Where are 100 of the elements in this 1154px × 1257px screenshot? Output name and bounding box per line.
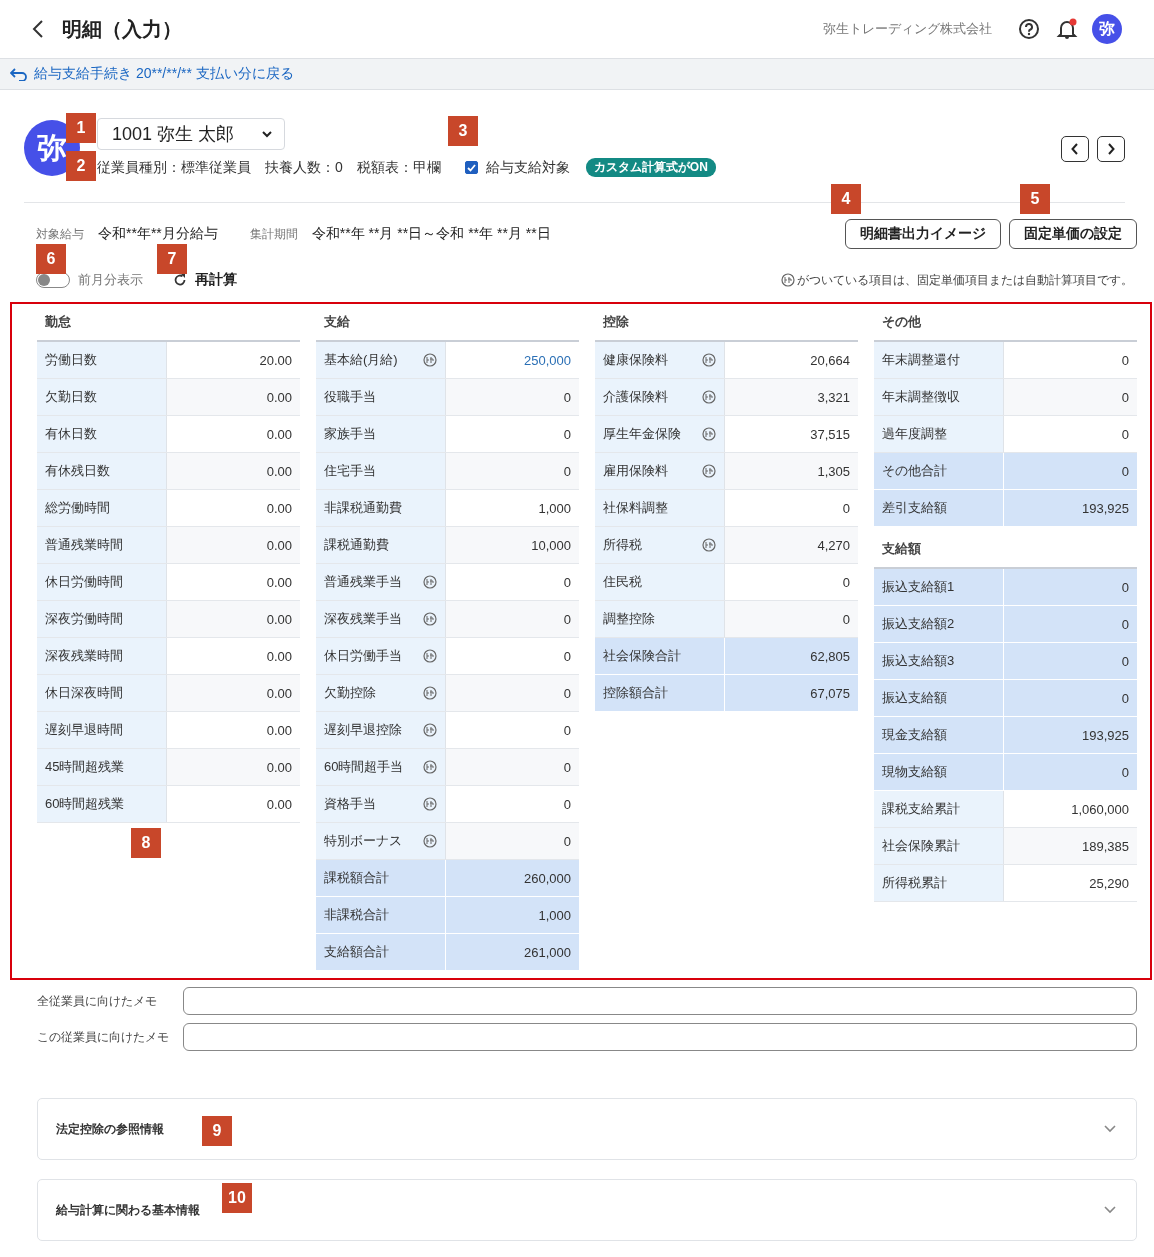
label-cell: 遅刻早退控除 bbox=[316, 712, 446, 748]
label-cell: 住民税 bbox=[595, 564, 725, 600]
value-cell[interactable]: 0.00 bbox=[167, 379, 300, 415]
label-cell: 休日深夜時間 bbox=[37, 675, 167, 711]
calc-icon bbox=[423, 353, 437, 367]
value-cell[interactable]: 0 bbox=[446, 453, 579, 489]
label-cell: 基本給(月給) bbox=[316, 342, 446, 378]
field-value: 令和**年 **月 **日～令和 **年 **月 **日 bbox=[311, 225, 551, 243]
label-cell: 特別ボーナス bbox=[316, 823, 446, 859]
label-cell: 欠勤日数 bbox=[37, 379, 167, 415]
refresh-icon bbox=[173, 273, 187, 287]
label-cell: 45時間超残業 bbox=[37, 749, 167, 785]
value-cell[interactable]: 0 bbox=[1004, 379, 1137, 415]
label-cell: 振込支給額2 bbox=[874, 606, 1004, 642]
callout-number: 8 bbox=[131, 828, 161, 858]
label-cell: 介護保険料 bbox=[595, 379, 725, 415]
value-cell[interactable]: 0 bbox=[1004, 453, 1137, 489]
value-cell[interactable]: 0 bbox=[1004, 606, 1137, 642]
legend-note: がついている項目は、固定単価項目または自動計算項目です。 bbox=[797, 271, 1133, 289]
label-cell: 普通残業時間 bbox=[37, 527, 167, 563]
label-cell: 社会保険合計 bbox=[595, 638, 725, 674]
employee-select[interactable]: 1001 弥生 太郎 bbox=[97, 118, 286, 150]
memo-field[interactable] bbox=[183, 987, 1137, 1015]
help-icon[interactable] bbox=[1018, 18, 1040, 40]
notification-bell-icon[interactable] bbox=[1056, 18, 1078, 40]
value-cell[interactable]: 0.00 bbox=[167, 601, 300, 637]
callout-number: 7 bbox=[157, 244, 187, 274]
calc-icon bbox=[423, 834, 437, 848]
label-cell: 現物支給額 bbox=[874, 754, 1004, 790]
value-cell[interactable]: 1,000 bbox=[446, 897, 579, 933]
back-link[interactable]: 給与支給手続き 20**/**/** 支払い分に戻る bbox=[10, 65, 294, 83]
label-cell: 深夜残業手当 bbox=[316, 601, 446, 637]
value-cell[interactable]: 0 bbox=[446, 601, 579, 637]
previous-button[interactable] bbox=[1061, 136, 1089, 162]
value-cell[interactable]: 62,805 bbox=[725, 638, 858, 674]
outline-button[interactable]: 明細書出力イメージ bbox=[845, 219, 1001, 249]
label-cell: 振込支給額1 bbox=[874, 569, 1004, 605]
value-cell[interactable]: 0 bbox=[446, 749, 579, 785]
callout-number: 1 bbox=[66, 113, 96, 143]
value-cell[interactable]: 0 bbox=[1004, 643, 1137, 679]
calc-icon bbox=[702, 353, 716, 367]
label-cell: 課税通勤費 bbox=[316, 527, 446, 563]
value-cell[interactable]: 260,000 bbox=[446, 860, 579, 896]
value-cell[interactable]: 0 bbox=[446, 823, 579, 859]
memo-field[interactable] bbox=[183, 1023, 1137, 1051]
value-cell[interactable]: 0 bbox=[446, 675, 579, 711]
value-cell[interactable]: 189,385 bbox=[1004, 828, 1137, 864]
value-cell[interactable]: 261,000 bbox=[446, 934, 579, 970]
value-cell[interactable]: 0 bbox=[1004, 569, 1137, 605]
label-cell: 欠勤控除 bbox=[316, 675, 446, 711]
calc-icon bbox=[702, 464, 716, 478]
value-cell[interactable]: 193,925 bbox=[1004, 490, 1137, 526]
value-cell[interactable]: 4,270 bbox=[725, 527, 858, 563]
value-cell[interactable]: 0.00 bbox=[167, 453, 300, 489]
label-cell: 年末調整徴収 bbox=[874, 379, 1004, 415]
label-cell: 住宅手当 bbox=[316, 453, 446, 489]
value-cell[interactable]: 1,305 bbox=[725, 453, 858, 489]
next-button[interactable] bbox=[1097, 136, 1125, 162]
label-cell: 60時間超手当 bbox=[316, 749, 446, 785]
value-cell[interactable]: 10,000 bbox=[446, 527, 579, 563]
label-cell: 有休残日数 bbox=[37, 453, 167, 489]
label-cell: 休日労働手当 bbox=[316, 638, 446, 674]
value-cell[interactable]: 67,075 bbox=[725, 675, 858, 711]
label-cell: 深夜労働時間 bbox=[37, 601, 167, 637]
calc-icon bbox=[423, 723, 437, 737]
calc-icon bbox=[423, 649, 437, 663]
user-avatar[interactable]: 弥 bbox=[1092, 14, 1122, 44]
callout-number: 4 bbox=[831, 184, 861, 214]
label-cell: 過年度調整 bbox=[874, 416, 1004, 452]
label-cell: 健康保険料 bbox=[595, 342, 725, 378]
chevron-left-icon bbox=[1071, 143, 1079, 155]
calc-icon bbox=[702, 538, 716, 552]
value-cell[interactable]: 0 bbox=[1004, 680, 1137, 716]
back-icon[interactable] bbox=[32, 20, 44, 38]
calc-icon bbox=[423, 612, 437, 626]
recalculate-button[interactable]: 再計算 bbox=[173, 271, 237, 289]
value-cell[interactable]: 0 bbox=[725, 601, 858, 637]
value-cell[interactable]: 0.00 bbox=[167, 749, 300, 785]
label-cell: 現金支給額 bbox=[874, 717, 1004, 753]
label-cell: 差引支給額 bbox=[874, 490, 1004, 526]
callout-number: 2 bbox=[66, 151, 96, 181]
outline-button[interactable]: 固定単価の設定 bbox=[1009, 219, 1137, 249]
value-cell[interactable]: 0 bbox=[446, 379, 579, 415]
checkbox[interactable] bbox=[464, 161, 478, 174]
value-cell[interactable]: 3,321 bbox=[725, 379, 858, 415]
label-cell: 課税支給累計 bbox=[874, 791, 1004, 827]
page-title: 明細（入力） bbox=[62, 16, 182, 42]
field-label: 集計期間 bbox=[249, 225, 298, 243]
chevron-down-icon bbox=[1104, 1206, 1116, 1214]
value-cell[interactable]: 0.00 bbox=[167, 675, 300, 711]
value-cell[interactable]: 0.00 bbox=[167, 527, 300, 563]
value-cell[interactable]: 193,925 bbox=[1004, 717, 1137, 753]
label-cell: 非課税通勤費 bbox=[316, 490, 446, 526]
calc-icon bbox=[702, 390, 716, 404]
checkbox-label: 給与支給対象 bbox=[485, 158, 570, 177]
callout-number: 10 bbox=[222, 1183, 252, 1213]
value-cell[interactable]: 0 bbox=[1004, 754, 1137, 790]
chevron-right-icon bbox=[1107, 143, 1115, 155]
label-cell: 遅刻早退時間 bbox=[37, 712, 167, 748]
company-name: 弥生トレーディング株式会社 bbox=[823, 20, 992, 38]
